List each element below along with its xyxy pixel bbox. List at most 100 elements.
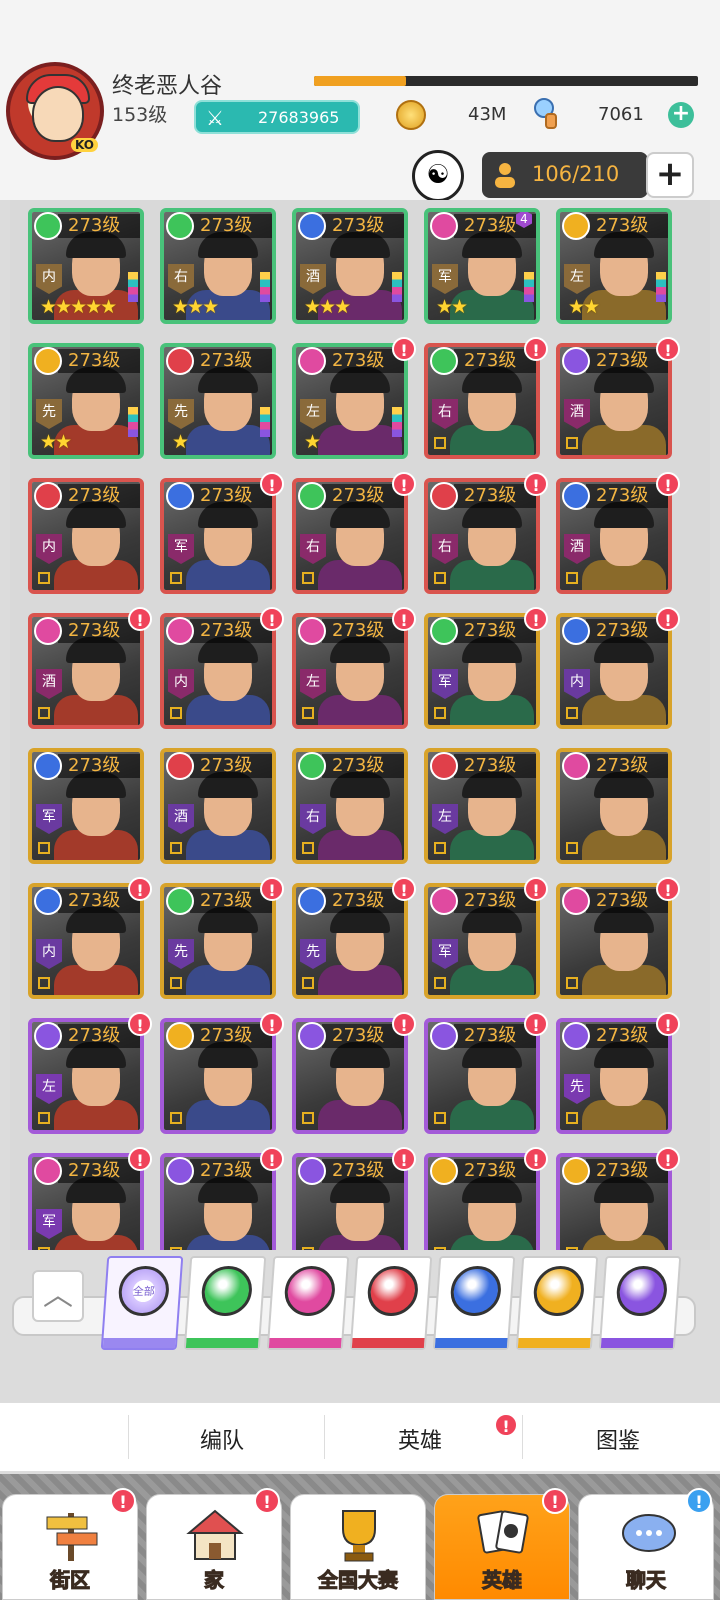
hero-card[interactable]: 273级内 — [28, 478, 144, 594]
coin-icon — [396, 100, 426, 130]
filter-pink[interactable] — [266, 1256, 350, 1350]
hero-card[interactable]: 273级军 ★★ 4 — [424, 208, 540, 324]
hero-stars: ★★ — [40, 431, 72, 453]
roster-capacity-value: 106/210 — [532, 162, 620, 186]
hero-card[interactable]: 273级内 — [556, 613, 672, 729]
equip-slot-icon — [302, 572, 314, 584]
player-avatar[interactable]: KO — [6, 62, 104, 160]
hero-alert-badge: ! — [524, 877, 548, 901]
combat-power-value: 27683965 — [258, 108, 340, 127]
equip-slot-icon — [434, 1247, 446, 1250]
hero-card[interactable]: 273级 — [292, 1018, 408, 1134]
hero-card[interactable]: 273级左 ★ — [292, 343, 408, 459]
equip-slot-icon — [302, 842, 314, 854]
pink-faction-icon — [562, 887, 590, 915]
hero-card[interactable]: 273级内 — [160, 613, 276, 729]
faction-emblem-icon[interactable]: ☯ — [412, 150, 464, 202]
hero-card[interactable]: 273级先 — [292, 883, 408, 999]
expand-roster-button[interactable]: + — [646, 152, 694, 198]
equip-slot-icon — [38, 707, 50, 719]
equip-slot-icon — [302, 1247, 314, 1250]
hero-card[interactable]: 273级右 — [424, 478, 540, 594]
equip-slot-icon — [38, 1112, 50, 1124]
equip-slot-icon — [302, 977, 314, 989]
hero-level: 273级 — [190, 214, 272, 238]
tab-heroes[interactable]: 英雄 — [398, 1423, 442, 1455]
hero-card[interactable]: 273级 — [160, 1153, 276, 1250]
tab-team[interactable]: 编队 — [200, 1423, 244, 1455]
add-gems-button[interactable]: + — [668, 102, 694, 128]
nav-label: 家 — [204, 1568, 225, 1593]
filter-blue[interactable] — [432, 1256, 516, 1350]
hero-card[interactable]: 273级酒 — [556, 343, 672, 459]
nav-alert-badge: ! — [686, 1488, 712, 1514]
red-faction-icon — [430, 482, 458, 510]
hero-card[interactable]: 273级军 — [424, 883, 540, 999]
filter-gold[interactable] — [515, 1256, 599, 1350]
equip-slot-icon — [170, 707, 182, 719]
red-faction-icon — [166, 347, 194, 375]
avatar-badge: KO — [71, 138, 98, 152]
filter-all[interactable]: 全部 — [100, 1256, 184, 1350]
equip-slot-icon — [434, 842, 446, 854]
filter-purple[interactable] — [598, 1256, 682, 1350]
hero-card[interactable]: 273级 — [292, 1153, 408, 1250]
hero-card[interactable]: 273级先 — [160, 883, 276, 999]
hero-alert-badge: ! — [392, 607, 416, 631]
hero-card[interactable]: 273级军 — [28, 748, 144, 864]
hero-card[interactable]: 273级 — [424, 1018, 540, 1134]
hero-card[interactable]: 273级 — [160, 1018, 276, 1134]
hero-card[interactable]: 273级右 — [424, 343, 540, 459]
gem-icon — [534, 98, 557, 129]
equip-slot-icon — [434, 707, 446, 719]
hero-card[interactable]: 273级军 — [160, 478, 276, 594]
hero-card[interactable]: 273级 — [424, 1153, 540, 1250]
equip-slot-icon — [170, 1247, 182, 1250]
purple-faction-icon — [615, 1266, 669, 1316]
hero-card[interactable]: 273级右 — [292, 478, 408, 594]
hero-card[interactable]: 273级左 ★★ — [556, 208, 672, 324]
hero-card[interactable]: 273级内 — [28, 883, 144, 999]
hero-card[interactable]: 273级先 ★ — [160, 343, 276, 459]
gold-faction-icon — [34, 347, 62, 375]
filter-red[interactable] — [349, 1256, 433, 1350]
hero-card[interactable]: 273级左 — [28, 1018, 144, 1134]
rarity-bars — [128, 272, 138, 302]
hero-card[interactable]: 273级右 — [292, 748, 408, 864]
hero-card[interactable]: 273级军 — [28, 1153, 144, 1250]
equip-slot-icon — [170, 842, 182, 854]
hero-card[interactable]: 273级内 ★★★★★ — [28, 208, 144, 324]
rarity-bars — [128, 407, 138, 437]
experience-fill — [314, 76, 407, 86]
equip-slot-icon — [170, 572, 182, 584]
hero-level: 273级 — [322, 754, 404, 778]
equip-slot-icon — [170, 1112, 182, 1124]
hero-card[interactable]: 273级先 ★★ — [28, 343, 144, 459]
hero-grid[interactable]: 273级内 ★★★★★ 273级右 ★★★ 273级酒 ★★★ 273级军 ★★ 4 273级左 ★… — [10, 200, 710, 1250]
hero-stars: ★★★★★ — [40, 296, 117, 318]
hero-card[interactable]: 273级酒 ★★★ — [292, 208, 408, 324]
rarity-bars — [260, 407, 270, 437]
hero-stars: ★ — [304, 431, 321, 453]
hero-alert-badge: ! — [524, 472, 548, 496]
hero-card[interactable]: 273级 — [556, 1153, 672, 1250]
nav-trophy[interactable]: 全国大赛 — [290, 1494, 426, 1600]
hero-card[interactable]: 273级酒 — [556, 478, 672, 594]
filter-green[interactable] — [183, 1256, 267, 1350]
collapse-arrow-icon[interactable]: ︿ — [32, 1270, 84, 1322]
hero-card[interactable]: 273级先 — [556, 1018, 672, 1134]
hero-stars: ★★ — [568, 296, 600, 318]
hero-card[interactable]: 273级酒 — [160, 748, 276, 864]
pink-faction-icon — [34, 1157, 62, 1185]
hero-card[interactable]: 273级左 — [424, 748, 540, 864]
hero-card[interactable]: 273级左 — [292, 613, 408, 729]
hero-alert-badge: ! — [656, 877, 680, 901]
hero-card[interactable]: 273级军 — [424, 613, 540, 729]
hero-alert-badge: ! — [260, 877, 284, 901]
hero-card[interactable]: 273级 — [556, 883, 672, 999]
hero-card[interactable]: 273级右 ★★★ — [160, 208, 276, 324]
tab-codex[interactable]: 图鉴 — [596, 1423, 640, 1455]
hero-card[interactable]: 273级 — [556, 748, 672, 864]
hero-level: 273级 — [58, 214, 140, 238]
hero-card[interactable]: 273级酒 — [28, 613, 144, 729]
